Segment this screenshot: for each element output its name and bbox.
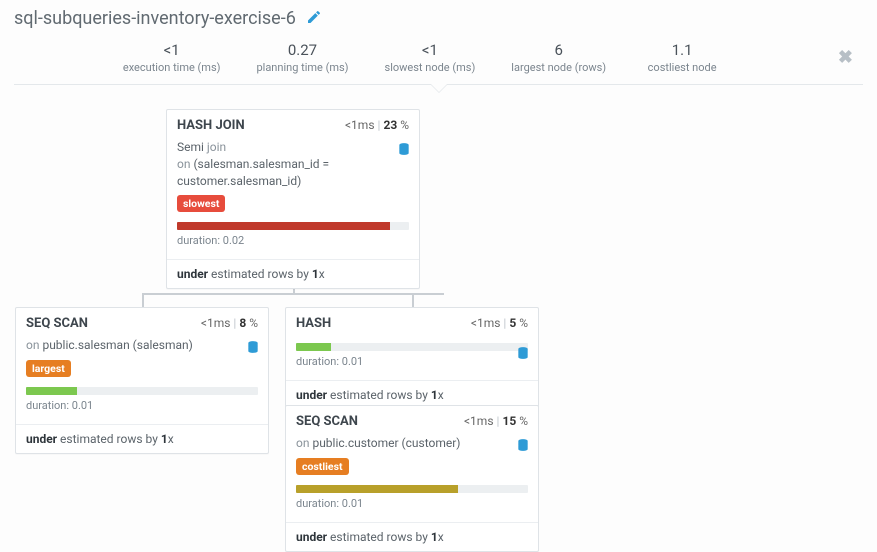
node-estimate: under estimated rows by 1x — [286, 522, 538, 551]
metric-planning-time: 0.27 planning time (ms) — [256, 41, 348, 74]
node-desc: on public.customer (customer) — [296, 435, 528, 452]
page-title: sql-subqueries-inventory-exercise-6 — [14, 8, 296, 29]
node-stats: <1ms|8 % — [201, 316, 258, 330]
metric-costliest-node: 1.1 costliest node — [642, 41, 722, 74]
metric-execution-time: <1 execution time (ms) — [123, 41, 221, 74]
duration-label: duration: 0.02 — [177, 234, 409, 247]
connector — [142, 293, 144, 307]
node-seq-scan-customer[interactable]: SEQ SCAN <1ms|15 % on public.customer (c… — [285, 405, 539, 552]
database-icon — [516, 345, 530, 364]
node-title: HASH — [296, 316, 331, 331]
duration-label: duration: 0.01 — [296, 355, 528, 368]
duration-bar — [26, 387, 258, 395]
duration-label: duration: 0.01 — [296, 497, 528, 510]
connector — [142, 293, 444, 295]
node-estimate: under estimated rows by 1x — [16, 424, 268, 453]
database-icon — [516, 437, 530, 456]
node-desc: on public.salesman (salesman) — [26, 337, 258, 354]
edit-icon[interactable] — [306, 9, 322, 29]
close-icon[interactable]: ✖ — [838, 47, 853, 68]
tag-largest: largest — [26, 360, 71, 377]
duration-label: duration: 0.01 — [26, 399, 258, 412]
node-title: HASH JOIN — [177, 118, 245, 133]
metric-largest-node: 6 largest node (rows) — [511, 41, 606, 74]
plan-tree: HASH JOIN <1ms|23 % Semi join on (salesm… — [0, 85, 877, 525]
duration-bar — [296, 485, 528, 493]
node-title: SEQ SCAN — [296, 414, 358, 429]
metrics-bar: <1 execution time (ms) 0.27 planning tim… — [14, 37, 863, 85]
node-stats: <1ms|23 % — [345, 118, 409, 132]
database-icon — [397, 141, 411, 160]
connector — [412, 293, 414, 307]
node-hash-join[interactable]: HASH JOIN <1ms|23 % Semi join on (salesm… — [166, 109, 420, 289]
node-stats: <1ms|15 % — [464, 414, 528, 428]
metric-slowest-node: <1 slowest node (ms) — [385, 41, 476, 74]
tag-costliest: costliest — [296, 458, 349, 475]
duration-bar — [296, 343, 528, 351]
node-desc: Semi join on (salesman.salesman_id = cus… — [177, 139, 409, 189]
node-seq-scan-salesman[interactable]: SEQ SCAN <1ms|8 % on public.salesman (sa… — [15, 307, 269, 454]
database-icon — [246, 339, 260, 358]
tag-slowest: slowest — [177, 195, 225, 212]
node-estimate: under estimated rows by 1x — [167, 259, 419, 288]
node-hash[interactable]: HASH <1ms|5 % duration: 0.01 under estim… — [285, 307, 539, 410]
duration-bar — [177, 222, 409, 230]
node-stats: <1ms|5 % — [471, 316, 528, 330]
node-title: SEQ SCAN — [26, 316, 88, 331]
